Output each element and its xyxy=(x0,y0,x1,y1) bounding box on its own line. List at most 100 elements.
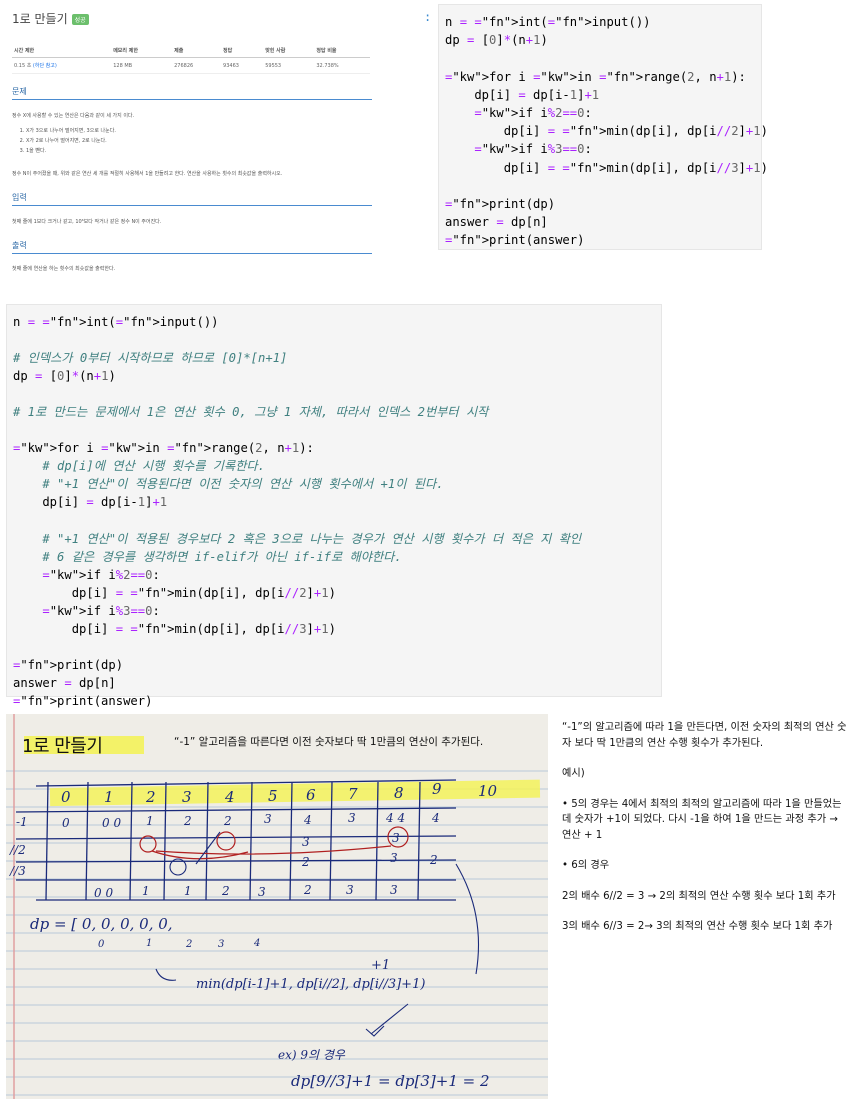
stats-cell: 128 MB xyxy=(111,57,173,74)
stats-header: 맞힌 사람 xyxy=(263,44,315,58)
svg-text:3: 3 xyxy=(348,811,356,825)
cell-marker: : xyxy=(424,10,432,24)
svg-text:0: 0 xyxy=(62,816,70,830)
grid-col-label: 3 xyxy=(182,788,192,806)
explanation-panel: “-1”의 알고리즘에 따라 1을 만든다면, 이전 숫자의 최적의 연산 숫자… xyxy=(562,720,850,950)
grid-col-label: 9 xyxy=(432,780,442,798)
grid-col-label: 7 xyxy=(348,785,358,803)
note-link[interactable]: (하단 참고) xyxy=(33,63,57,69)
code-line: dp[i] = ="fn">min(dp[i], dp[i//2]+1) xyxy=(445,124,768,139)
svg-text:2: 2 xyxy=(303,883,312,897)
code-line: answer = dp[n] xyxy=(13,675,116,690)
svg-text:3: 3 xyxy=(346,883,354,897)
svg-text:1: 1 xyxy=(184,884,192,898)
code-line: ="fn">print(dp) xyxy=(445,197,556,212)
ops-item: 1을 뺀다. xyxy=(26,146,116,156)
svg-text:2: 2 xyxy=(183,814,192,828)
photo-title: 1로 만들기 xyxy=(22,736,103,757)
problem-text: 정수 X에 사용할 수 있는 연산은 다음과 같이 세 가지 이다. xyxy=(12,113,135,119)
svg-text:1: 1 xyxy=(146,814,154,828)
grid-row-label: //2 xyxy=(9,843,26,857)
svg-text:2: 2 xyxy=(429,853,438,867)
code-line: ="kw">for i ="kw">in ="fn">range(2, n+1)… xyxy=(445,69,746,84)
stats-cell: 0.15 초 (하단 참고) xyxy=(12,57,112,74)
grid-col-label: 10 xyxy=(478,782,498,800)
grid-col-label: 5 xyxy=(268,787,278,805)
dp-index: 2 xyxy=(185,939,192,950)
code-line: # dp[i]에 연산 시행 횟수를 기록한다. xyxy=(42,459,265,474)
svg-text:3: 3 xyxy=(258,885,266,899)
problem-panel: 1로 만들기 성공 시간 제한 메모리 제한 제출 정답 맞힌 사람 정답 비율 … xyxy=(6,4,418,284)
section-input-heading: 입력 xyxy=(12,192,372,206)
code-line: ="kw">if i%3==0: xyxy=(474,142,592,157)
code-line: dp[i] = dp[i-1]+1 xyxy=(13,495,168,510)
dp-index: 4 xyxy=(253,938,260,949)
time-limit: 0.15 초 xyxy=(14,63,32,69)
grid-row-label: -1 xyxy=(16,815,28,829)
explain-paragraph: 2의 배수 6//2 = 3 → 2의 최적의 연산 수행 횟수 보다 1회 추… xyxy=(562,890,836,902)
svg-text:3: 3 xyxy=(302,835,310,849)
svg-text:2: 2 xyxy=(301,855,310,869)
code-block-commented: n = ="fn">int(="fn">input()) # 인덱스가 0부터 … xyxy=(6,304,662,708)
grid-col-label: 0 xyxy=(61,788,71,806)
example-expression: dp[9//3]+1 = dp[3]+1 = 2 xyxy=(291,1072,490,1090)
grid-col-label: 1 xyxy=(104,788,114,806)
problem-title: 1로 만들기 성공 xyxy=(12,10,89,27)
code-line: dp = [0]*(n+1) xyxy=(445,33,548,48)
grid-col-label: 6 xyxy=(306,786,316,804)
svg-text:4: 4 xyxy=(303,813,312,827)
plus-one-note: +1 xyxy=(371,958,390,973)
svg-text:2: 2 xyxy=(221,884,230,898)
code-line: # 1로 만드는 문제에서 1은 연산 횟수 0, 그냥 1 자체, 따라서 인… xyxy=(13,405,489,420)
svg-text:0 0: 0 0 xyxy=(94,886,113,900)
code-line: ="kw">if i%2==0: xyxy=(474,106,592,121)
problem-title-text: 1로 만들기 xyxy=(12,12,68,26)
code-line: ="kw">if i%3==0: xyxy=(42,603,160,618)
stats-header: 메모리 제한 xyxy=(111,44,173,58)
svg-text:4: 4 xyxy=(431,811,440,825)
grid-col-label: 8 xyxy=(394,784,404,802)
stats-cell: 276826 xyxy=(172,57,222,74)
code-line: # 인덱스가 0부터 시작하므로 하므로 [0]*[n+1] xyxy=(13,351,288,366)
output-text: 첫째 줄에 연산을 하는 횟수의 최솟값을 출력한다. xyxy=(12,266,116,272)
dp-index: 1 xyxy=(146,938,152,949)
code-line: ="fn">print(dp) xyxy=(13,657,124,672)
photo-caption: “-1” 알고리즘을 따른다면 이전 숫자보다 딱 1만큼의 연산이 추가된다. xyxy=(174,736,484,748)
svg-text:3: 3 xyxy=(390,883,398,897)
svg-text:1: 1 xyxy=(142,884,150,898)
ops-list: X가 3으로 나누어 떨어지면, 3으로 나눈다. X가 2로 나누어 떨어지면… xyxy=(12,126,116,156)
input-text: 첫째 줄에 1보다 크거나 같고, 10⁶보다 작거나 같은 정수 N이 주어진… xyxy=(12,219,162,225)
code-line: dp[i] = ="fn">min(dp[i], dp[i//3]+1) xyxy=(13,621,336,636)
code-line: ="fn">print(answer) xyxy=(13,693,153,708)
section-output-heading: 출력 xyxy=(12,240,372,254)
stats-header: 제출 xyxy=(172,44,222,58)
stats-table: 시간 제한 메모리 제한 제출 정답 맞힌 사람 정답 비율 0.15 초 (하… xyxy=(12,44,370,74)
notebook-photo: 0 1 2 3 4 5 6 7 8 9 10 -1 //2 //3 00 01 … xyxy=(6,714,548,1099)
code-line: dp[i] = ="fn">min(dp[i], dp[i//2]+1) xyxy=(13,585,336,600)
grid-col-label: 4 xyxy=(224,788,235,806)
stats-header: 시간 제한 xyxy=(12,44,112,58)
svg-text:3: 3 xyxy=(390,851,398,865)
code-line: n = ="fn">int(="fn">input()) xyxy=(445,15,651,29)
code-line: # "+1 연산"이 적용된 경우보다 2 혹은 3으로 나누는 경우가 연산 … xyxy=(42,531,582,546)
code-line: dp[i] = ="fn">min(dp[i], dp[i//3]+1) xyxy=(445,160,768,175)
stats-cell: 59553 xyxy=(263,57,315,74)
grid-row-label: //3 xyxy=(9,864,26,878)
stats-cell: 32.738% xyxy=(314,57,370,74)
svg-text:0 0: 0 0 xyxy=(102,816,121,830)
dp-index: 0 xyxy=(98,939,105,950)
stats-cell: 93463 xyxy=(221,57,264,74)
explain-paragraph: “-1”의 알고리즘에 따라 1을 만든다면, 이전 숫자의 최적의 연산 숫자… xyxy=(562,722,847,749)
grid-col-label: 2 xyxy=(145,788,156,806)
code-line: dp = [0]*(n+1) xyxy=(13,369,116,384)
explain-paragraph: • 5의 경우는 4에서 최적의 최적의 알고리즘에 따라 1을 만들었는데 숫… xyxy=(562,798,842,841)
ops-item: X가 2로 나누어 떨어지면, 2로 나눈다. xyxy=(26,136,116,146)
stats-header: 정답 비율 xyxy=(314,44,370,58)
svg-text:2: 2 xyxy=(223,814,232,828)
